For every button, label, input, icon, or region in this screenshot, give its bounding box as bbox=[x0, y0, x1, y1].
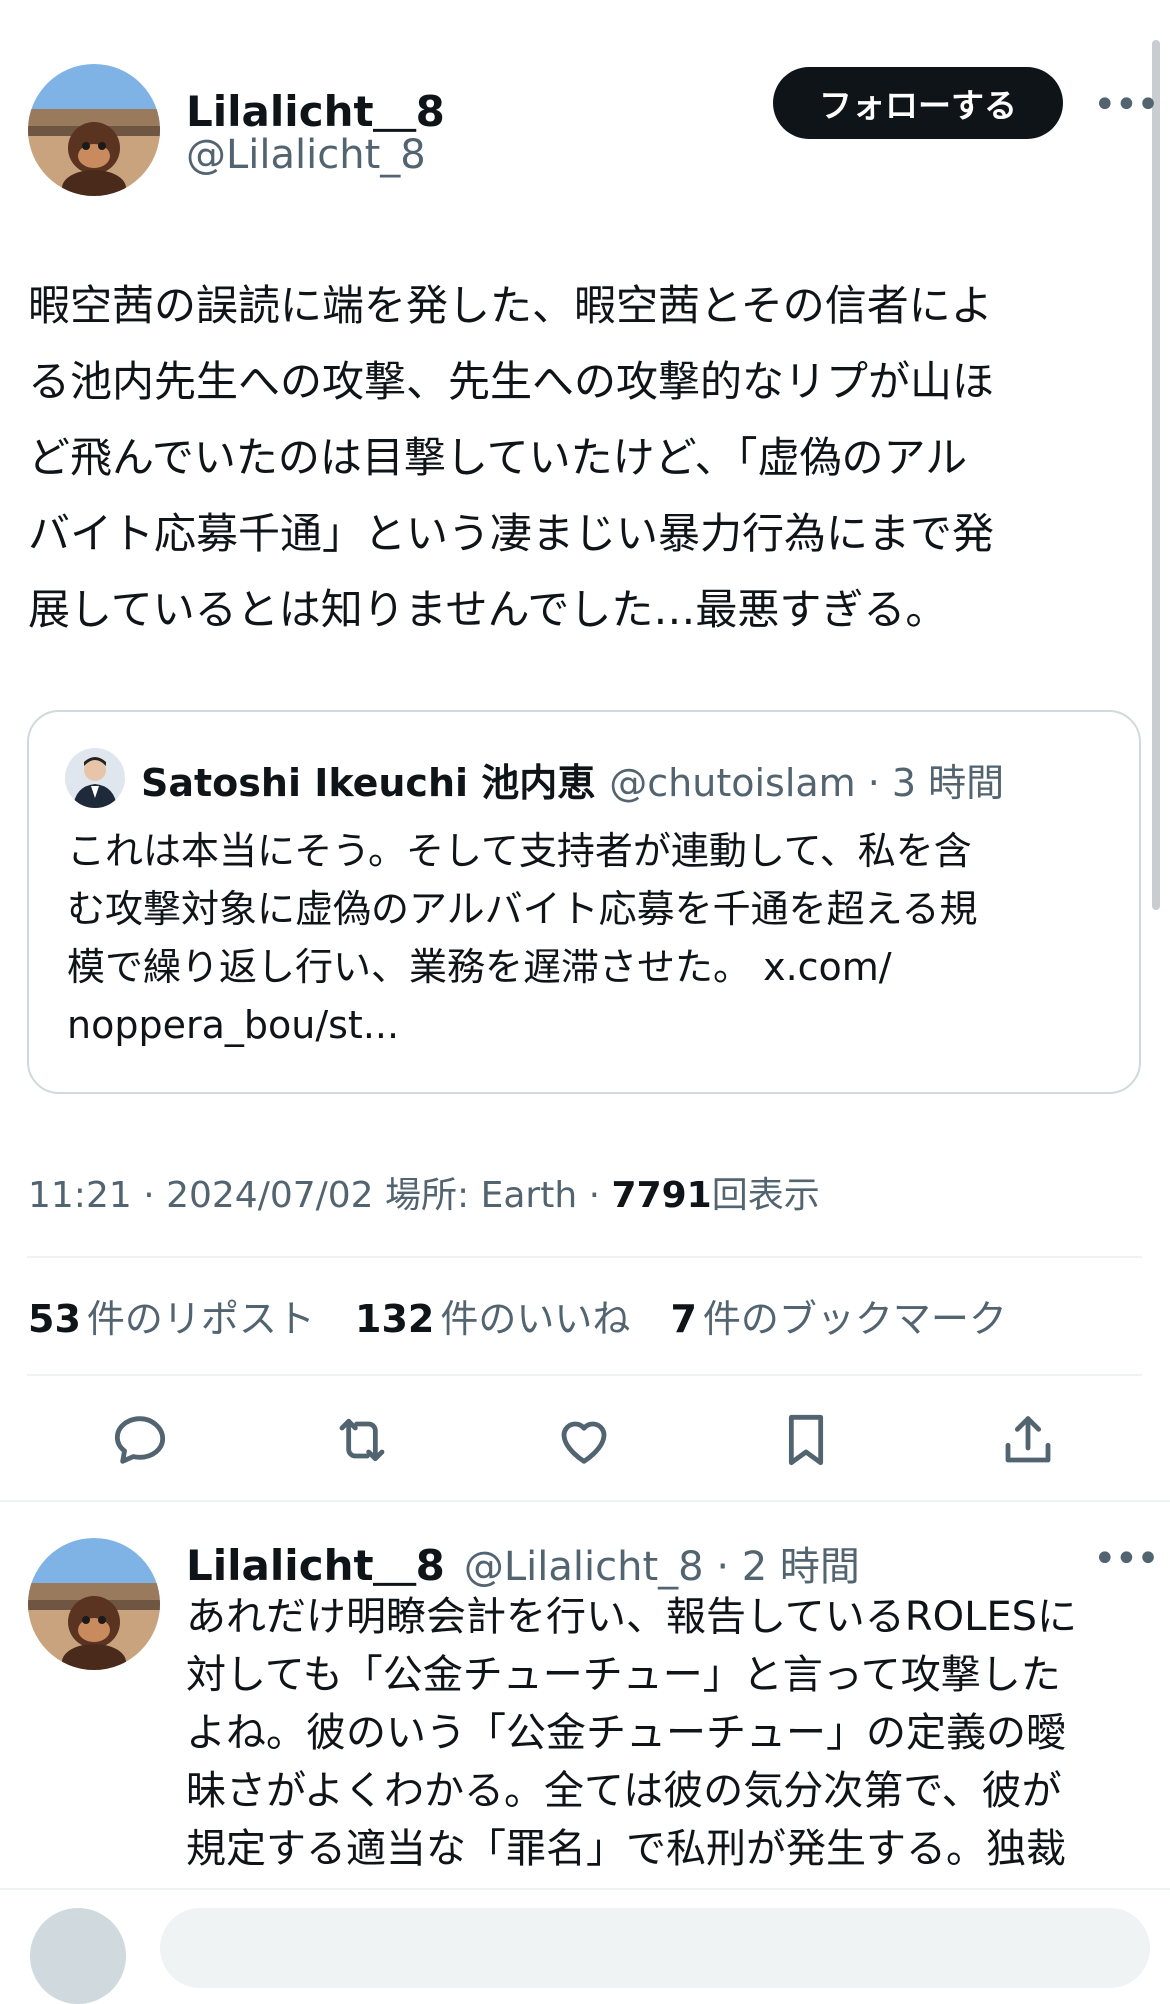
quote-text-line: 模で繰り返し行い、業務を遅滞させた。 x.com/ bbox=[67, 945, 892, 989]
tweet-text-line: 暇空茜の誤読に端を発した、暇空茜とその信者によ bbox=[28, 281, 993, 330]
quote-handle-time: @chutoislam · 3 時間 bbox=[609, 761, 1005, 805]
tweet-text: 暇空茜の誤読に端を発した、暇空茜とその信者によ る池内先生への攻撃、先生への攻撃… bbox=[28, 268, 1128, 648]
reply-text-line: よね。彼のいう「公金チューチュー」の定義の曖 bbox=[186, 1710, 1066, 1756]
divider bbox=[0, 1500, 1170, 1502]
scrollbar[interactable] bbox=[1152, 40, 1160, 910]
views-count: 7791 bbox=[611, 1175, 712, 1216]
repost-stat[interactable]: 53 件のリポスト bbox=[28, 1297, 315, 1341]
tweet-timestamp[interactable]: 11:21 · 2024/07/02 bbox=[28, 1175, 374, 1216]
quote-text-line: む攻撃対象に虚偽のアルバイト応募を千通を超える規 bbox=[67, 887, 978, 931]
share-icon[interactable] bbox=[996, 1408, 1060, 1472]
reply-more-icon[interactable]: ••• bbox=[1093, 1536, 1160, 1582]
reply-text: あれだけ明瞭会計を行い、報告しているROLESに 対しても「公金チューチュー」と… bbox=[186, 1588, 1136, 1878]
tweet-meta: 11:21 · 2024/07/02 場所: Earth · 7791回表示 bbox=[28, 1166, 820, 1218]
quote-author-name: Satoshi Ikeuchi 池内恵 bbox=[141, 761, 596, 805]
reply-text-line: あれだけ明瞭会計を行い、報告しているROLESに bbox=[186, 1594, 1078, 1640]
quote-text: これは本当にそう。そして支持者が連動して、私を含 む攻撃対象に虚偽のアルバイト応… bbox=[67, 822, 1107, 1054]
reply-text-line: 対しても「公金チューチュー」と言って攻撃した bbox=[186, 1652, 1061, 1698]
bookmark-label: 件のブックマーク bbox=[702, 1297, 1007, 1341]
tweet-location: 場所: Earth bbox=[385, 1175, 578, 1216]
bookmark-stat[interactable]: 7 件のブックマーク bbox=[670, 1297, 1006, 1341]
quoted-tweet[interactable]: Satoshi Ikeuchi 池内恵 @chutoislam · 3 時間 これ… bbox=[27, 710, 1141, 1094]
divider bbox=[27, 1256, 1142, 1258]
tweet-text-line: 展しているとは知りませんでした…最悪すぎる。 bbox=[28, 585, 948, 634]
tweet-text-line: バイト応募千通」という凄まじい暴力行為にまで発 bbox=[28, 509, 995, 558]
reply-composer-input[interactable] bbox=[160, 1908, 1150, 1988]
like-label: 件のいいね bbox=[440, 1297, 631, 1341]
repost-count: 53 bbox=[28, 1297, 81, 1341]
author-avatar[interactable] bbox=[28, 64, 160, 196]
like-icon[interactable] bbox=[552, 1408, 616, 1472]
like-count: 132 bbox=[355, 1297, 435, 1341]
tweet-text-line: る池内先生への攻撃、先生への攻撃的なリプが山ほ bbox=[28, 357, 995, 406]
follow-button[interactable]: フォローする bbox=[773, 67, 1063, 139]
reply-author-name[interactable]: Lilalicht＿8 bbox=[186, 1541, 445, 1590]
tweet-stats: 53 件のリポスト 132 件のいいね 7 件のブックマーク bbox=[28, 1288, 1035, 1343]
reply-icon[interactable] bbox=[108, 1408, 172, 1472]
author-handle[interactable]: @Lilalicht_8 bbox=[186, 132, 426, 178]
more-icon[interactable]: ••• bbox=[1093, 82, 1160, 128]
quote-avatar bbox=[65, 748, 125, 808]
tweet-text-line: ど飛んでいたのは目撃していたけど、「虚偽のアル bbox=[28, 433, 968, 482]
composer-avatar bbox=[30, 1908, 126, 2004]
views-label: 回表示 bbox=[711, 1175, 820, 1216]
quote-text-line: noppera_bou/st... bbox=[67, 1003, 400, 1047]
divider bbox=[27, 1374, 1142, 1376]
bookmark-icon[interactable] bbox=[774, 1408, 838, 1472]
meta-separator: · bbox=[588, 1175, 601, 1216]
repost-label: 件のリポスト bbox=[86, 1297, 315, 1341]
quote-text-line: これは本当にそう。そして支持者が連動して、私を含 bbox=[67, 829, 972, 873]
reply-author-avatar[interactable] bbox=[28, 1538, 160, 1670]
reply-text-line: 規定する適当な「罪名」で私刑が発生する。独裁 bbox=[186, 1826, 1066, 1872]
bookmark-count: 7 bbox=[670, 1297, 697, 1341]
like-stat[interactable]: 132 件のいいね bbox=[355, 1297, 630, 1341]
reply-text-line: 昧さがよくわかる。全ては彼の気分次第で、彼が bbox=[186, 1768, 1062, 1814]
repost-icon[interactable] bbox=[330, 1408, 394, 1472]
reply-handle-time: @Lilalicht_8 · 2 時間 bbox=[463, 1544, 860, 1590]
reply-header: Lilalicht＿8 @Lilalicht_8 · 2 時間 bbox=[186, 1532, 860, 1593]
quote-header: Satoshi Ikeuchi 池内恵 @chutoislam · 3 時間 bbox=[141, 752, 1004, 807]
author-name[interactable]: Lilalicht＿8 bbox=[186, 78, 445, 139]
